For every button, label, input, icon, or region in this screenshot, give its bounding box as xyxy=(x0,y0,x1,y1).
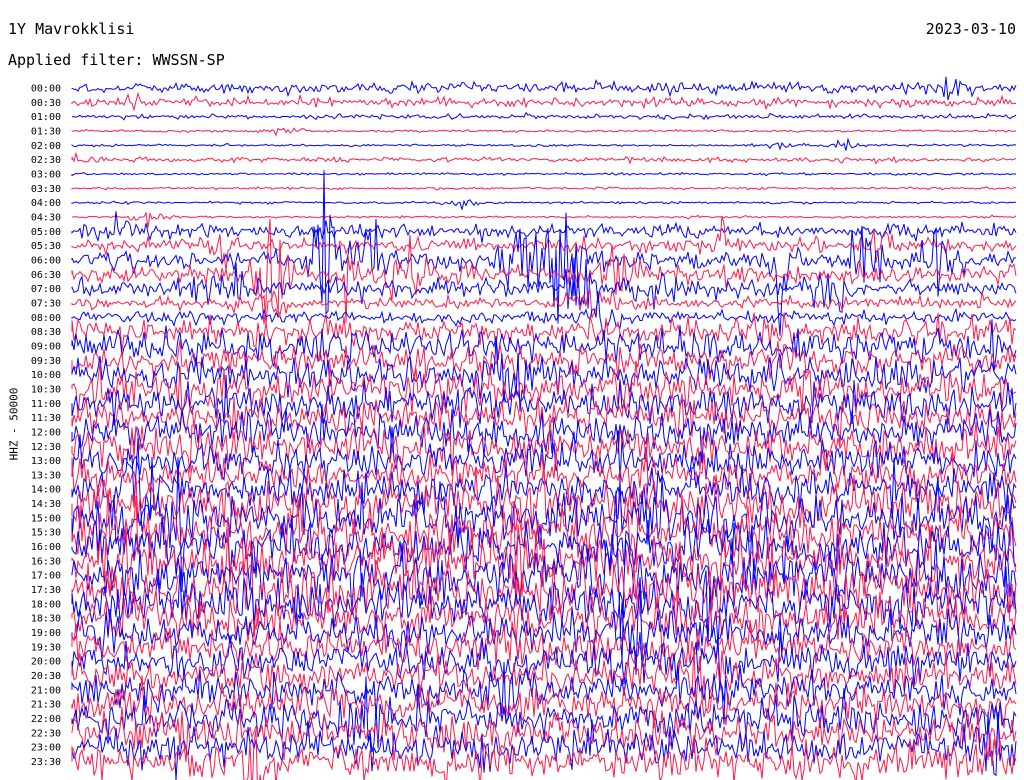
trace-row-1000 xyxy=(71,339,1017,412)
trace-row-1400 xyxy=(71,437,1017,532)
row-time-label: 15:00 xyxy=(31,513,61,524)
row-time-label: 05:30 xyxy=(31,241,61,252)
row-time-label: 10:00 xyxy=(31,370,61,381)
helicorder-plot: 00:00 00:30 01:00 01:30 02:00 02:30 03:00 03:30… xyxy=(31,76,1017,780)
trace-row-0430 xyxy=(71,211,1017,228)
row-time-label: 12:00 xyxy=(31,427,61,438)
row-time-label: 22:00 xyxy=(31,714,61,725)
trace-row-0230 xyxy=(71,151,1017,165)
row-time-label: 14:30 xyxy=(31,499,61,510)
row-time-label: 16:00 xyxy=(31,542,61,553)
row-time-label: 19:30 xyxy=(31,642,61,653)
trace-row-0800 xyxy=(71,291,1017,338)
row-time-label: 08:00 xyxy=(31,313,61,324)
row-time-label: 22:30 xyxy=(31,728,61,739)
row-time-label: 06:30 xyxy=(31,270,61,281)
trace-row-0400 xyxy=(71,199,1017,210)
row-time-label: 12:30 xyxy=(31,442,61,453)
row-time-label: 11:30 xyxy=(31,413,61,424)
row-time-label: 23:30 xyxy=(31,757,61,768)
row-time-label: 09:00 xyxy=(31,341,61,352)
row-time-label: 18:00 xyxy=(31,599,61,610)
row-time-label: 19:00 xyxy=(31,628,61,639)
row-time-label: 20:00 xyxy=(31,657,61,668)
row-time-label: 23:00 xyxy=(31,743,61,754)
trace-row-0030 xyxy=(71,91,1017,112)
row-time-label: 11:00 xyxy=(31,399,61,410)
row-time-label: 02:00 xyxy=(31,141,61,152)
trace-row-0330 xyxy=(71,186,1017,191)
row-time-label: 03:00 xyxy=(31,170,61,181)
row-time-label: 16:30 xyxy=(31,556,61,567)
row-time-label: 00:00 xyxy=(31,84,61,95)
trace-row-0130 xyxy=(71,127,1017,137)
row-time-label: 15:30 xyxy=(31,528,61,539)
row-time-label: 20:30 xyxy=(31,671,61,682)
trace-row-1700 xyxy=(71,490,1017,662)
row-time-label: 14:00 xyxy=(31,485,61,496)
row-time-label: 02:30 xyxy=(31,155,61,166)
row-time-label: 17:00 xyxy=(31,571,61,582)
row-time-label: 00:30 xyxy=(31,98,61,109)
time-label-group: 00:00 00:30 01:00 01:30 02:00 02:30 03:00 03:30… xyxy=(31,84,61,769)
row-time-label: 03:30 xyxy=(31,184,61,195)
row-time-label: 08:30 xyxy=(31,327,61,338)
row-time-label: 07:00 xyxy=(31,284,61,295)
trace-row-0300 xyxy=(71,171,1017,177)
row-time-label: 09:30 xyxy=(31,356,61,367)
trace-group xyxy=(71,76,1017,780)
row-time-label: 21:00 xyxy=(31,685,61,696)
row-time-label: 01:30 xyxy=(31,127,61,138)
trace-row-0100 xyxy=(71,111,1017,121)
row-time-label: 05:00 xyxy=(31,227,61,238)
row-time-label: 13:00 xyxy=(31,456,61,467)
row-time-label: 04:00 xyxy=(31,198,61,209)
row-time-label: 10:30 xyxy=(31,384,61,395)
trace-row-0200 xyxy=(71,137,1017,151)
row-time-label: 07:30 xyxy=(31,298,61,309)
trace-row-0000 xyxy=(71,76,1017,101)
row-time-label: 06:00 xyxy=(31,256,61,267)
row-time-label: 04:30 xyxy=(31,213,61,224)
row-time-label: 21:30 xyxy=(31,700,61,711)
row-time-label: 17:30 xyxy=(31,585,61,596)
row-time-label: 01:00 xyxy=(31,112,61,123)
row-time-label: 13:30 xyxy=(31,470,61,481)
row-time-label: 18:30 xyxy=(31,614,61,625)
